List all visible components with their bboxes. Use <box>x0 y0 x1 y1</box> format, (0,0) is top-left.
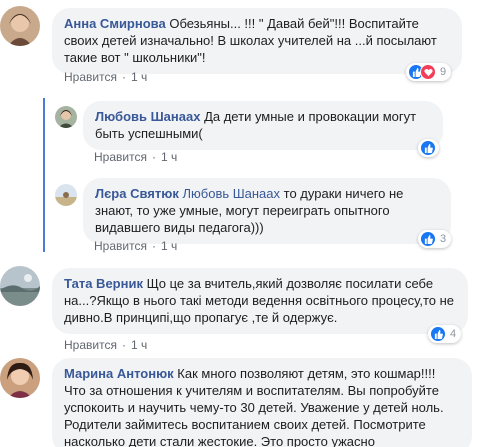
comment-bubble: Тата Верник Що це за вчитель,який дозвол… <box>52 268 468 334</box>
comment-actions: Нравится · 1 ч <box>64 338 148 352</box>
reaction-summary[interactable]: 4 <box>428 325 462 343</box>
like-icon <box>430 326 446 342</box>
like-icon <box>420 231 436 247</box>
comment-author[interactable]: Тата Верник <box>64 276 143 291</box>
mention-link[interactable]: Любовь Шанаах <box>182 186 280 201</box>
reply-thread-line <box>43 98 45 252</box>
like-icon <box>420 140 436 156</box>
reaction-summary[interactable]: 3 <box>418 230 452 248</box>
reaction-count: 9 <box>440 66 447 78</box>
avatar[interactable] <box>55 184 77 206</box>
comment-time[interactable]: 1 ч <box>161 150 177 164</box>
comment-actions: Нравится · 1 ч <box>94 239 178 253</box>
comment-time[interactable]: 1 ч <box>131 338 147 352</box>
comment-time[interactable]: 1 ч <box>131 70 147 84</box>
reaction-summary[interactable] <box>418 139 439 157</box>
comment-author[interactable]: Анна Смирнова <box>64 16 166 31</box>
avatar[interactable] <box>0 358 40 398</box>
reaction-summary[interactable]: 9 <box>406 63 452 81</box>
comment-actions: Нравится · 1 ч <box>94 150 178 164</box>
avatar[interactable] <box>0 6 40 46</box>
avatar[interactable] <box>55 106 77 128</box>
reaction-count: 4 <box>450 328 457 340</box>
comment-bubble: Марина Антонюк Как много позволяют детям… <box>52 358 472 447</box>
like-link[interactable]: Нравится <box>94 150 147 164</box>
like-link[interactable]: Нравится <box>64 70 117 84</box>
comment-bubble: Любовь Шанаах Да дети умные и провокации… <box>83 101 443 150</box>
comment-bubble: Анна Смирнова Обезьяны... !!! " Давай бе… <box>52 8 462 74</box>
heart-icon <box>420 64 436 80</box>
reaction-count: 3 <box>440 233 447 245</box>
like-link[interactable]: Нравится <box>64 338 117 352</box>
like-link[interactable]: Нравится <box>94 239 147 253</box>
comment-author[interactable]: Любовь Шанаах <box>95 109 200 124</box>
comment-actions: Нравится · 1 ч <box>64 70 148 84</box>
comment-author[interactable]: Марина Антонюк <box>64 366 174 381</box>
comment-bubble: Лєра Святюк Любовь Шанаах то дураки ниче… <box>83 178 451 244</box>
comment-time[interactable]: 1 ч <box>161 239 177 253</box>
avatar[interactable] <box>0 266 40 306</box>
comment-author[interactable]: Лєра Святюк <box>95 186 179 201</box>
